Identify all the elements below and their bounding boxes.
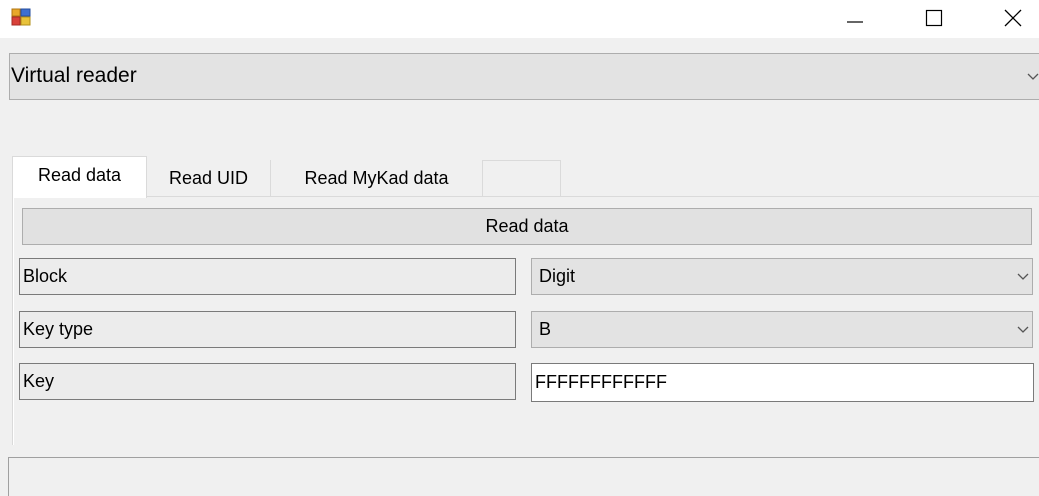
tab-read-mykad-data[interactable]: Read MyKad data — [271, 160, 483, 196]
block-label: Block — [19, 258, 516, 295]
tab-label: Read UID — [168, 167, 249, 188]
read-data-button[interactable]: Read data — [22, 208, 1032, 245]
app-window: Virtual reader Read data Read UID Read M… — [0, 0, 1039, 496]
read-data-button-label: Read data — [485, 216, 569, 236]
status-bar — [8, 457, 1039, 496]
key-label: Key — [19, 363, 516, 400]
close-icon — [1004, 9, 1022, 27]
block-dropdown[interactable]: Digit — [531, 258, 1033, 295]
key-type-label-text: Key type — [23, 319, 94, 339]
key-type-dropdown-value: B — [539, 319, 552, 339]
key-type-dropdown[interactable]: B — [531, 311, 1033, 348]
block-label-text: Block — [23, 266, 68, 286]
maximize-icon — [925, 9, 943, 27]
key-label-text: Key — [23, 371, 55, 391]
tab-label: Read data — [37, 165, 122, 185]
chevron-down-icon — [1027, 73, 1039, 80]
chevron-down-icon — [1017, 273, 1029, 280]
reader-dropdown-value: Virtual reader — [11, 64, 137, 87]
chevron-down-icon — [1017, 326, 1029, 333]
close-button[interactable] — [990, 0, 1036, 36]
block-dropdown-value: Digit — [539, 266, 576, 286]
maximize-button[interactable] — [911, 0, 957, 36]
key-input-value: FFFFFFFFFFFF — [535, 372, 667, 392]
key-type-label: Key type — [19, 311, 516, 348]
minimize-icon — [847, 21, 863, 23]
title-bar — [0, 0, 1039, 38]
tab-label: Read MyKad data — [304, 167, 449, 188]
minimize-button[interactable] — [832, 0, 878, 36]
tab-read-data[interactable]: Read data — [12, 156, 147, 198]
key-input[interactable]: FFFFFFFFFFFF — [531, 363, 1034, 402]
app-icon — [11, 8, 31, 26]
tab-read-uid[interactable]: Read UID — [147, 160, 271, 196]
reader-dropdown[interactable]: Virtual reader — [9, 53, 1039, 100]
